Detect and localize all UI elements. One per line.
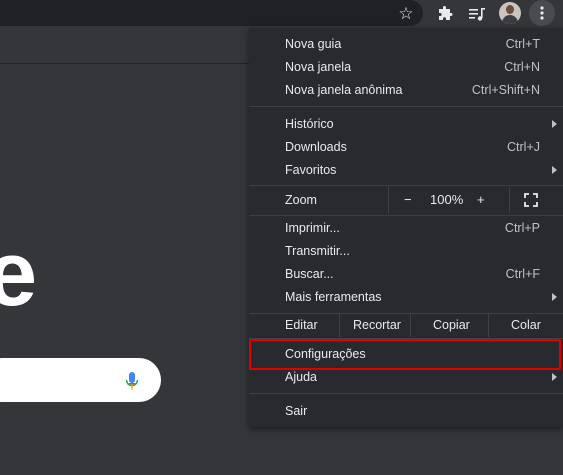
zoom-in-button[interactable]: + — [477, 192, 485, 207]
chrome-main-menu: Nova guia Ctrl+T Nova janela Ctrl+N Nova… — [249, 28, 563, 427]
menu-item-find[interactable]: Buscar... Ctrl+F — [249, 263, 563, 286]
chevron-right-icon — [552, 293, 557, 301]
menu-separator — [249, 215, 563, 216]
address-bar[interactable] — [0, 0, 423, 26]
menu-item-new-window[interactable]: Nova janela Ctrl+N — [249, 56, 563, 79]
zoom-level: 100% — [430, 192, 464, 207]
menu-item-new-tab[interactable]: Nova guia Ctrl+T — [249, 33, 563, 56]
cut-button[interactable]: Recortar — [353, 318, 401, 332]
zoom-label: Zoom — [285, 193, 317, 207]
menu-separator — [249, 106, 563, 107]
menu-item-history[interactable]: Histórico — [249, 113, 563, 136]
menu-item-print[interactable]: Imprimir... Ctrl+P — [249, 217, 563, 240]
fullscreen-icon[interactable] — [524, 193, 538, 207]
menu-item-cast[interactable]: Transmitir... — [249, 240, 563, 263]
puzzle-icon[interactable] — [434, 3, 456, 25]
google-logo-fragment: e — [0, 223, 38, 325]
menu-edit-row: Editar Recortar Copiar Colar — [249, 314, 563, 337]
menu-item-settings[interactable]: Configurações — [249, 343, 563, 366]
zoom-out-button[interactable]: − — [404, 192, 412, 207]
chevron-right-icon — [552, 120, 557, 128]
menu-item-downloads[interactable]: Downloads Ctrl+J — [249, 136, 563, 159]
page-divider — [0, 63, 249, 64]
media-control-icon[interactable] — [466, 3, 488, 25]
profile-avatar[interactable] — [499, 2, 521, 24]
menu-item-exit[interactable]: Sair — [249, 400, 563, 423]
menu-separator — [249, 338, 563, 339]
chevron-right-icon — [552, 166, 557, 174]
menu-item-incognito[interactable]: Nova janela anônima Ctrl+Shift+N — [249, 79, 563, 102]
chevron-right-icon — [552, 373, 557, 381]
paste-button[interactable]: Colar — [511, 318, 541, 332]
menu-separator — [249, 185, 563, 186]
browser-toolbar: ☆ — [0, 0, 563, 28]
edit-label: Editar — [285, 318, 318, 332]
menu-separator — [249, 393, 563, 394]
microphone-icon[interactable] — [125, 371, 139, 391]
menu-item-help[interactable]: Ajuda — [249, 366, 563, 389]
kebab-menu-icon[interactable] — [529, 0, 555, 26]
star-icon[interactable]: ☆ — [396, 3, 416, 23]
menu-item-more-tools[interactable]: Mais ferramentas — [249, 286, 563, 309]
menu-zoom-row: Zoom − 100% + — [249, 187, 563, 213]
menu-item-bookmarks[interactable]: Favoritos — [249, 159, 563, 182]
copy-button[interactable]: Copiar — [433, 318, 470, 332]
